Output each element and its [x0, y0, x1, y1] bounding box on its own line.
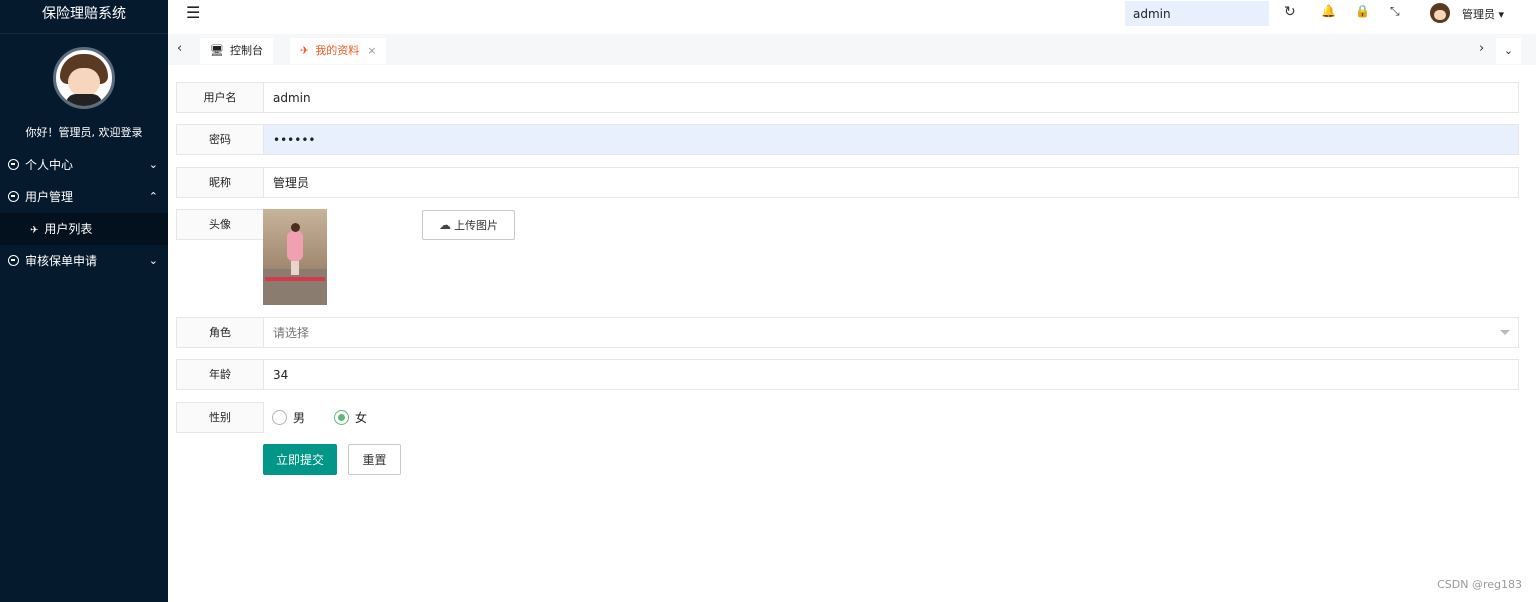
- nickname-input[interactable]: [264, 168, 1518, 197]
- gender-radio-male[interactable]: 男: [272, 409, 305, 426]
- tab-label: 控制台: [229, 44, 263, 57]
- password-label: 密码: [177, 125, 264, 154]
- menu-circle-icon: [8, 255, 19, 266]
- upload-image-button[interactable]: ☁ 上传图片: [422, 210, 515, 240]
- radio-circle-checked-icon: [334, 410, 349, 425]
- sidebar-item-policy-review[interactable]: 审核保单申请 ⌄: [0, 245, 168, 277]
- avatar-image: [263, 209, 327, 305]
- menu-fold-icon[interactable]: ☰: [186, 3, 200, 22]
- tab-my-profile[interactable]: ✈ 我的资料 ×: [290, 38, 387, 64]
- role-select[interactable]: [264, 318, 1518, 347]
- caret-down-icon: [1500, 330, 1510, 335]
- username-input[interactable]: [264, 83, 1518, 112]
- gender-label: 性别: [176, 402, 264, 433]
- reset-button[interactable]: 重置: [348, 444, 401, 475]
- app-title: 保险理赔系统: [0, 0, 168, 34]
- age-label: 年龄: [177, 360, 264, 389]
- menu-circle-icon: [8, 159, 19, 170]
- chevron-down-icon: ⌄: [148, 158, 158, 171]
- monitor-icon: 🖥: [210, 44, 224, 57]
- top-header: ☰ ↻ 🔔 🔒 ⤡ 管理员 ▾: [168, 0, 1536, 26]
- form-row-age: 年龄: [176, 359, 1519, 390]
- radio-label: 女: [355, 411, 368, 425]
- sidebar: 保险理赔系统 你好！管理员, 欢迎登录 个人中心 ⌄ 用户管理 ⌃ ✈ 用户列表 …: [0, 0, 168, 602]
- sidebar-avatar[interactable]: [53, 47, 115, 109]
- sidebar-subitem-user-list[interactable]: ✈ 用户列表: [0, 213, 168, 245]
- upload-label: 上传图片: [454, 219, 498, 232]
- nickname-label: 昵称: [177, 168, 264, 197]
- gender-radio-female[interactable]: 女: [334, 409, 367, 426]
- photo-person-coat: [287, 231, 303, 261]
- form-row-password: 密码: [176, 124, 1519, 155]
- header-avatar[interactable]: [1430, 3, 1450, 23]
- user-menu[interactable]: 管理员 ▾: [1462, 6, 1504, 22]
- tabs-scroll-left-icon[interactable]: ‹: [177, 41, 182, 56]
- form-row-username: 用户名: [176, 82, 1519, 113]
- header-search-input[interactable]: [1125, 1, 1269, 26]
- tab-label: 我的资料: [315, 44, 360, 57]
- radio-label: 男: [293, 411, 306, 425]
- sidebar-subitem-label: 用户列表: [44, 222, 93, 236]
- refresh-icon[interactable]: ↻: [1284, 4, 1296, 20]
- sidebar-item-label: 个人中心: [25, 158, 74, 172]
- tab-dashboard[interactable]: 🖥 控制台: [200, 38, 273, 64]
- welcome-text: 你好！管理员, 欢迎登录: [25, 126, 143, 139]
- sidebar-menu: 个人中心 ⌄ 用户管理 ⌃ ✈ 用户列表 审核保单申请 ⌄: [0, 149, 168, 277]
- radio-circle-icon: [272, 410, 287, 425]
- fullscreen-icon[interactable]: ⤡: [1390, 4, 1400, 19]
- tabs-dropdown-icon[interactable]: ⌄: [1496, 38, 1521, 64]
- form-row-nickname: 昵称: [176, 167, 1519, 198]
- cloud-upload-icon: ☁: [439, 218, 451, 232]
- submit-button[interactable]: 立即提交: [263, 444, 337, 475]
- chevron-up-icon: ⌃: [148, 190, 158, 203]
- age-input[interactable]: [264, 360, 1518, 389]
- photo-caption-strip: [265, 277, 325, 281]
- lock-icon[interactable]: 🔒: [1355, 4, 1370, 18]
- watermark: CSDN @reg183: [1437, 578, 1522, 591]
- menu-circle-icon: [8, 191, 19, 202]
- password-input[interactable]: [264, 125, 1518, 154]
- plane-icon: ✈: [300, 44, 310, 57]
- chevron-down-icon: ⌄: [148, 254, 158, 267]
- avatar-label: 头像: [176, 209, 264, 240]
- tabs-scroll-right-icon[interactable]: ›: [1479, 41, 1484, 56]
- username-label: 用户名: [177, 83, 264, 112]
- photo-person-head: [291, 223, 300, 232]
- tabs-bar: ‹ 🖥 控制台 ✈ 我的资料 × › ⌄: [168, 34, 1536, 65]
- sidebar-item-label: 用户管理: [25, 190, 74, 204]
- avatar-face: [68, 68, 100, 96]
- role-label: 角色: [177, 318, 264, 347]
- form-row-role: 角色: [176, 317, 1519, 348]
- sidebar-item-personal-center[interactable]: 个人中心 ⌄: [0, 149, 168, 181]
- sidebar-item-label: 审核保单申请: [25, 254, 98, 268]
- avatar-body: [66, 94, 102, 106]
- close-icon[interactable]: ×: [367, 44, 376, 57]
- plane-icon: ✈: [30, 225, 39, 236]
- photo-person-legs: [291, 261, 299, 275]
- bell-icon[interactable]: 🔔: [1321, 4, 1336, 18]
- sidebar-item-user-management[interactable]: 用户管理 ⌃: [0, 181, 168, 213]
